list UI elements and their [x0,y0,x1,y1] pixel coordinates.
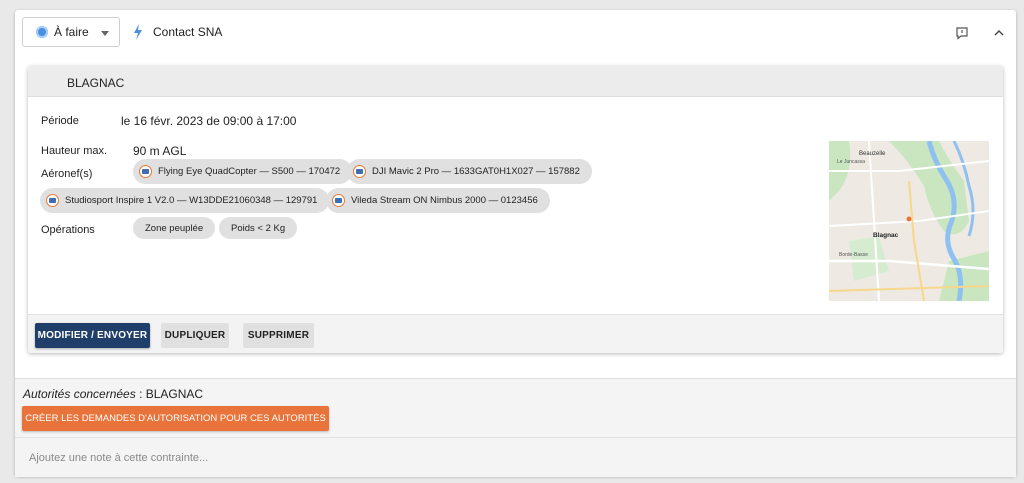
lightning-icon [134,24,142,40]
modify-send-button[interactable]: MODIFIER / ENVOYER [35,323,150,348]
periode-label: Période [41,115,79,127]
aeronefs-label: Aéronef(s) [41,168,93,180]
comment-icon[interactable] [955,26,969,40]
authorities-line: Autorités concernées : BLAGNAC [23,387,203,401]
authorities-label: Autorités concernées [23,387,136,401]
chevron-up-icon[interactable] [992,26,1006,40]
note-input[interactable]: Ajoutez une note à cette contrainte... [15,437,1016,477]
duplicate-button[interactable]: DUPLIQUER [161,323,229,348]
location-map[interactable]: Beauzelle Le Juncassa Blagnac Borde-Bass… [829,141,989,301]
operations-label: Opérations [41,224,95,236]
create-authorization-requests-button[interactable]: CRÉER LES DEMANDES D'AUTORISATION POUR C… [22,406,329,431]
delete-button[interactable]: SUPPRIMER [243,323,314,348]
aircraft-chip[interactable]: Vileda Stream ON Nimbus 2000 — 0123456 [326,188,550,213]
map-label-blagnac: Blagnac [873,232,899,239]
drone-icon [353,165,366,178]
status-dot-icon [36,26,48,38]
zone-card-header: BLAGNAC [28,66,1003,97]
contact-label: Contact SNA [153,25,223,39]
authorities-value: : BLAGNAC [135,387,204,401]
operation-chip: Poids < 2 Kg [219,217,298,239]
map-label-borde-basse: Borde-Basse [839,252,868,258]
aircraft-chip[interactable]: Studiosport Inspire 1 V2.0 — W13DDE21060… [40,188,330,213]
constraint-footer: Autorités concernées : BLAGNAC CRÉER LES… [15,378,1016,477]
zone-card: BLAGNAC Période le 16 févr. 2023 de 09:0… [28,66,1003,353]
hauteur-label: Hauteur max. [41,145,108,157]
drone-icon [332,194,345,207]
status-dropdown[interactable]: À faire [22,17,120,47]
status-label: À faire [54,25,89,39]
periode-value: le 16 févr. 2023 de 09:00 à 17:00 [121,114,297,128]
drone-icon [46,194,59,207]
card-actions-bar: MODIFIER / ENVOYER DUPLIQUER SUPPRIMER [28,314,1003,353]
aircraft-chip[interactable]: Flying Eye QuadCopter — S500 — 170472 [133,159,353,184]
constraint-panel: À faire Contact SNA BLAGNAC Période le 1… [15,10,1016,477]
chevron-down-icon [101,31,109,36]
aircraft-chip[interactable]: DJI Mavic 2 Pro — 1633GAT0H1X027 — 15788… [347,159,592,184]
hauteur-value: 90 m AGL [133,144,187,158]
drone-icon [139,165,152,178]
map-label-le-juncassa: Le Juncassa [837,159,865,165]
zone-title: BLAGNAC [67,76,125,90]
panel-header: À faire Contact SNA [15,10,1016,56]
map-label-beauzelle: Beauzelle [859,151,886,157]
operation-chip: Zone peuplée [133,217,216,239]
